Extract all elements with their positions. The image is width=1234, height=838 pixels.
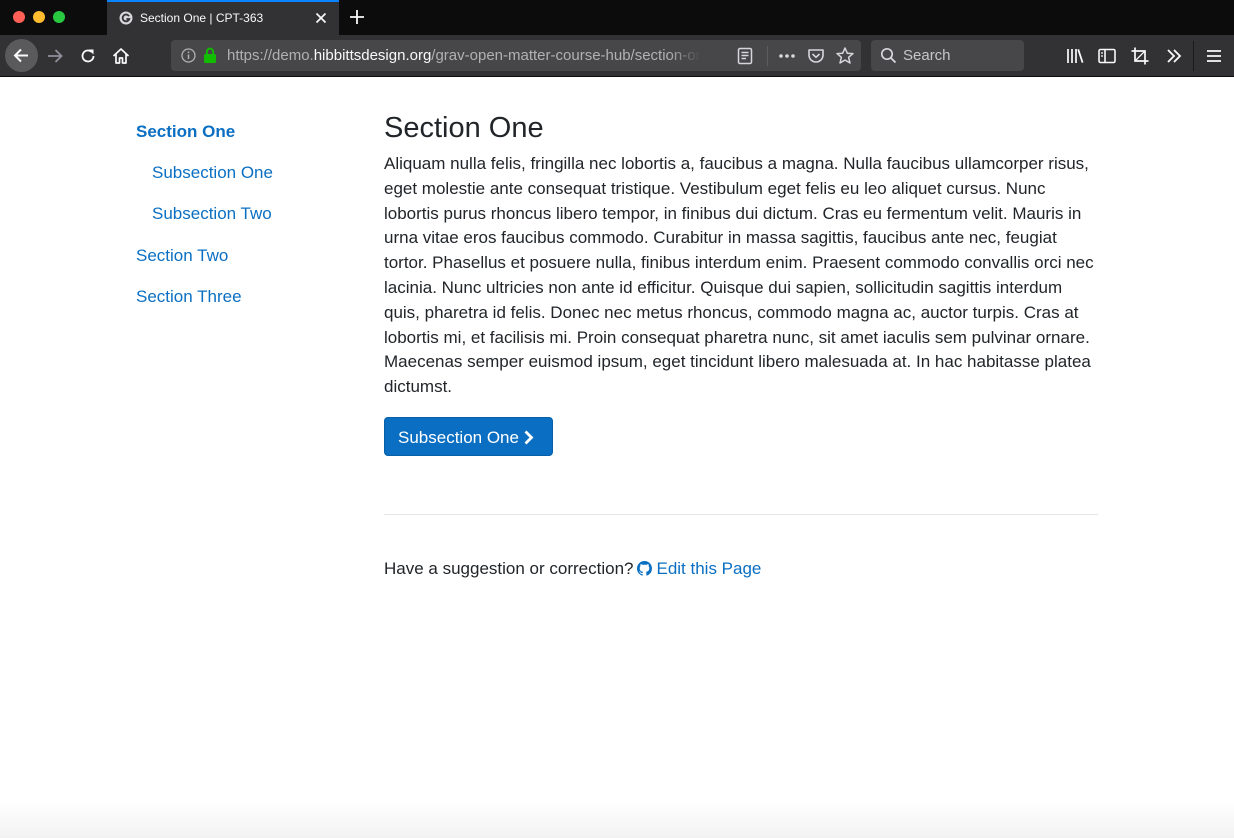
body-paragraph: Aliquam nulla felis, fringilla nec lobor…: [384, 154, 1094, 397]
github-icon[interactable]: [637, 561, 653, 576]
reload-icon[interactable]: [78, 46, 98, 66]
pocket-icon[interactable]: [807, 47, 825, 65]
tab-strip: Section One | CPT-363: [0, 0, 1234, 35]
page-title: Section One: [384, 112, 544, 144]
suggestion-text: Have a suggestion or correction?: [384, 559, 634, 578]
zoom-window-button[interactable]: [53, 11, 65, 23]
page-actions-icon[interactable]: [777, 48, 797, 64]
next-subsection-label: Subsection One: [398, 428, 519, 447]
url-divider: [767, 46, 768, 66]
url-fade: [669, 42, 701, 68]
url-text[interactable]: https://demo.hibbittsdesign.org/grav-ope…: [227, 47, 699, 64]
sidebar-item-section-three[interactable]: Section Three: [136, 287, 242, 307]
minimize-window-button[interactable]: [33, 11, 45, 23]
chevron-right-icon: [524, 430, 534, 445]
tab-title: Section One | CPT-363: [140, 11, 264, 25]
url-prefix: https://demo.: [227, 47, 314, 64]
page-viewport: Section One Subsection One Subsection Tw…: [0, 77, 1234, 838]
toolbar-divider: [1193, 41, 1194, 71]
address-bar[interactable]: https://demo.hibbittsdesign.org/grav-ope…: [171, 40, 861, 71]
overflow-chevrons-icon[interactable]: [1164, 46, 1184, 66]
reader-view-icon[interactable]: [736, 47, 754, 65]
library-icon[interactable]: [1065, 46, 1085, 66]
sidebar-item-section-one[interactable]: Section One: [136, 122, 235, 142]
home-icon[interactable]: [111, 46, 131, 66]
sidebar-toggle-icon[interactable]: [1097, 46, 1117, 66]
screenshot-crop-icon[interactable]: [1130, 46, 1150, 66]
bottom-shadow: [0, 800, 1234, 838]
url-path: /grav-open-matter-course-hub/section-one: [431, 47, 699, 64]
close-tab-icon[interactable]: [313, 10, 329, 26]
navigation-toolbar: https://demo.hibbittsdesign.org/grav-ope…: [0, 35, 1234, 77]
lock-icon[interactable]: [203, 47, 217, 63]
sidebar-item-section-two[interactable]: Section Two: [136, 246, 228, 266]
back-arrow-icon: [13, 48, 28, 63]
next-subsection-button[interactable]: Subsection One: [384, 417, 553, 456]
main-content: Section One Aliquam nulla felis, fringil…: [384, 111, 1098, 400]
forward-arrow-icon[interactable]: [45, 46, 65, 66]
sidebar-item-subsection-two[interactable]: Subsection Two: [152, 204, 272, 224]
hamburger-menu-icon[interactable]: [1204, 46, 1224, 66]
close-window-button[interactable]: [13, 11, 25, 23]
search-icon: [880, 47, 897, 64]
search-input[interactable]: [903, 44, 1015, 66]
search-bar[interactable]: [871, 40, 1024, 71]
edit-page-link[interactable]: Edit this Page: [656, 559, 761, 578]
back-button[interactable]: [5, 39, 38, 72]
content-divider: [384, 514, 1098, 515]
bookmark-star-icon[interactable]: [835, 46, 855, 66]
browser-tab[interactable]: Section One | CPT-363: [107, 0, 339, 35]
new-tab-icon[interactable]: [348, 8, 366, 26]
info-icon[interactable]: [181, 48, 196, 63]
sidebar-item-subsection-one[interactable]: Subsection One: [152, 163, 273, 183]
url-domain: hibbittsdesign.org: [313, 47, 432, 64]
grav-g-icon: [119, 11, 133, 25]
suggestion-line: Have a suggestion or correction? Edit thi…: [384, 559, 761, 579]
